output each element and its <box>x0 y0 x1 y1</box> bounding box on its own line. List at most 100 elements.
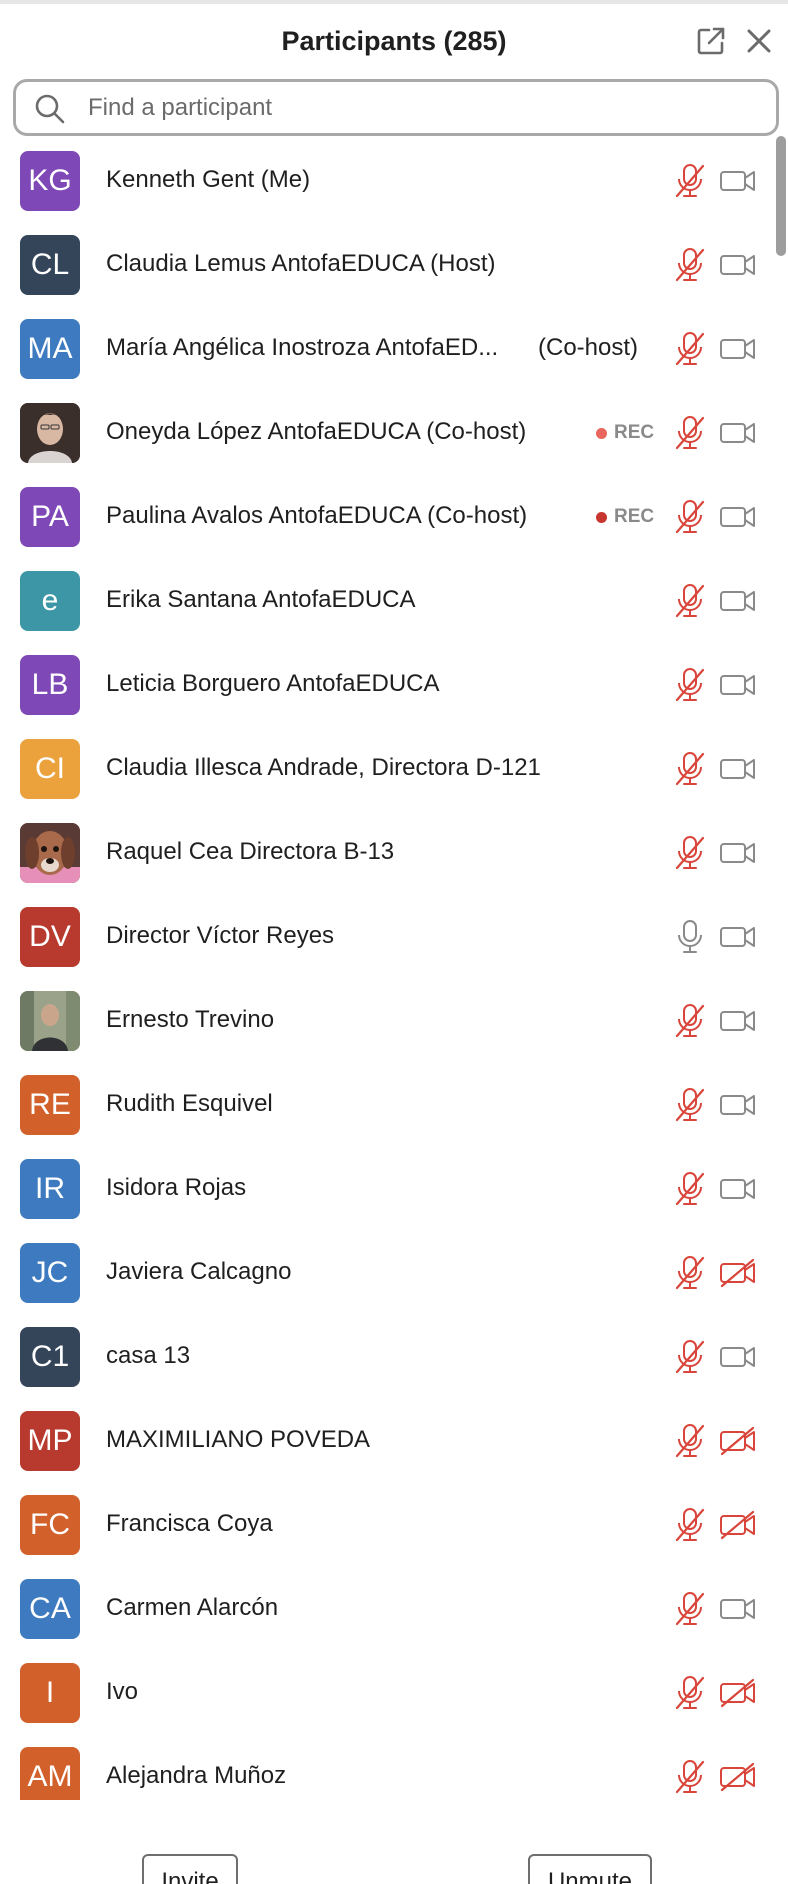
recording-dot-icon <box>596 511 607 523</box>
participant-name: Leticia Borguero AntofaEDUCA <box>106 670 440 697</box>
mic-muted-icon[interactable] <box>672 1253 708 1293</box>
invite-button[interactable]: Invite <box>142 1854 238 1884</box>
participant-row[interactable]: IR Isidora Rojas <box>0 1156 770 1240</box>
mic-muted-icon[interactable] <box>672 245 708 285</box>
mic-muted-icon[interactable] <box>672 161 708 201</box>
video-camera-icon[interactable] <box>718 1591 758 1627</box>
participant-row[interactable]: AM Alejandra Muñoz <box>0 1744 770 1800</box>
video-off-icon[interactable] <box>718 1255 758 1291</box>
participant-name: Erika Santana AntofaEDUCA <box>106 586 416 613</box>
video-off-icon[interactable] <box>718 1759 758 1795</box>
panel-header: Participants (285) <box>0 4 788 78</box>
participant-row[interactable]: MP MAXIMILIANO POVEDA <box>0 1408 770 1492</box>
participant-name: Ivo <box>106 1678 139 1705</box>
unmute-button[interactable]: Unmute <box>528 1854 652 1884</box>
mic-muted-icon[interactable] <box>672 497 708 537</box>
video-camera-icon[interactable] <box>718 835 758 871</box>
mic-muted-icon[interactable] <box>672 1421 708 1461</box>
participant-role: (Co-host) <box>538 334 639 361</box>
participant-name: Claudia Lemus AntofaEDUCA (Host) <box>106 250 496 277</box>
mic-muted-icon[interactable] <box>672 833 708 873</box>
video-off-icon[interactable] <box>718 1507 758 1543</box>
video-camera-icon[interactable] <box>718 415 758 451</box>
participant-row[interactable]: Ernesto Trevino <box>0 988 770 1072</box>
avatar: JC <box>20 1243 80 1303</box>
mic-muted-icon[interactable] <box>672 1085 708 1125</box>
participant-name: Rudith Esquivel <box>106 1090 273 1117</box>
search-icon <box>34 93 66 130</box>
participant-row[interactable]: CA Carmen Alarcón <box>0 1576 770 1660</box>
popout-icon[interactable] <box>694 24 728 58</box>
participant-row[interactable]: MA María Angélica Inostroza AntofaED... (C… <box>0 316 770 400</box>
video-off-icon[interactable] <box>718 1423 758 1459</box>
participant-name: Alejandra Muñoz <box>106 1762 287 1789</box>
mic-muted-icon[interactable] <box>672 665 708 705</box>
participant-name: Director Víctor Reyes <box>106 922 335 949</box>
avatar: MP <box>20 1411 80 1471</box>
participant-name: Francisca Coya <box>106 1510 273 1537</box>
video-camera-icon[interactable] <box>718 919 758 955</box>
participant-row[interactable]: JC Javiera Calcagno <box>0 1240 770 1324</box>
participant-row[interactable]: Raquel Cea Directora B-13 <box>0 820 770 904</box>
video-camera-icon[interactable] <box>718 1087 758 1123</box>
search-input[interactable] <box>88 88 748 128</box>
mic-muted-icon[interactable] <box>672 1589 708 1629</box>
participant-name: Paulina Avalos AntofaEDUCA (Co-host) <box>106 502 528 529</box>
video-camera-icon[interactable] <box>718 667 758 703</box>
video-camera-icon[interactable] <box>718 1339 758 1375</box>
close-icon[interactable] <box>742 24 776 58</box>
video-camera-icon[interactable] <box>718 583 758 619</box>
mic-muted-icon[interactable] <box>672 1337 708 1377</box>
participant-name: MAXIMILIANO POVEDA <box>106 1426 371 1453</box>
mic-muted-icon[interactable] <box>672 1001 708 1041</box>
recording-badge: REC <box>596 506 654 528</box>
participant-row[interactable]: RE Rudith Esquivel <box>0 1072 770 1156</box>
participant-row[interactable]: C1 casa 13 <box>0 1324 770 1408</box>
video-camera-icon[interactable] <box>718 499 758 535</box>
video-camera-icon[interactable] <box>718 751 758 787</box>
participant-row[interactable]: KG Kenneth Gent (Me) <box>0 148 770 232</box>
mic-muted-icon[interactable] <box>672 1169 708 1209</box>
participant-list: KG Kenneth Gent (Me) CL Claudia Lemus Anto… <box>0 148 788 1800</box>
recording-label: REC <box>614 422 655 443</box>
participant-row[interactable]: DV Director Víctor Reyes <box>0 904 770 988</box>
mic-muted-icon[interactable] <box>672 1505 708 1545</box>
video-camera-icon[interactable] <box>718 163 758 199</box>
video-off-icon[interactable] <box>718 1675 758 1711</box>
mic-muted-icon[interactable] <box>672 413 708 453</box>
participant-row[interactable]: I Ivo <box>0 1660 770 1744</box>
mic-icon[interactable] <box>672 917 708 957</box>
participant-row[interactable]: CI Claudia Illesca Andrade, Directora D-1… <box>0 736 770 820</box>
avatar: MA <box>20 319 80 379</box>
video-camera-icon[interactable] <box>718 1003 758 1039</box>
mic-muted-icon[interactable] <box>672 1673 708 1713</box>
video-camera-icon[interactable] <box>718 247 758 283</box>
participant-row[interactable]: e Erika Santana AntofaEDUCA <box>0 568 770 652</box>
video-camera-icon[interactable] <box>718 331 758 367</box>
participant-name: Isidora Rojas <box>106 1174 247 1201</box>
recording-badge: REC <box>596 422 654 444</box>
avatar <box>20 403 80 463</box>
scrollbar[interactable] <box>776 136 786 256</box>
search-box <box>13 79 779 136</box>
participant-name: Ernesto Trevino <box>106 1006 275 1033</box>
participant-name: Kenneth Gent (Me) <box>106 166 311 193</box>
participant-row[interactable]: Oneyda López AntofaEDUCA (Co-host) REC <box>0 400 770 484</box>
avatar: CI <box>20 739 80 799</box>
avatar: C1 <box>20 1327 80 1387</box>
avatar: AM <box>20 1747 80 1800</box>
avatar: CA <box>20 1579 80 1639</box>
participant-row[interactable]: FC Francisca Coya <box>0 1492 770 1576</box>
participant-row[interactable]: CL Claudia Lemus AntofaEDUCA (Host) <box>0 232 770 316</box>
mic-muted-icon[interactable] <box>672 1757 708 1797</box>
mic-muted-icon[interactable] <box>672 329 708 369</box>
participant-name: Oneyda López AntofaEDUCA (Co-host) <box>106 418 527 445</box>
avatar: DV <box>20 907 80 967</box>
avatar: RE <box>20 1075 80 1135</box>
mic-muted-icon[interactable] <box>672 749 708 789</box>
participant-row[interactable]: LB Leticia Borguero AntofaEDUCA <box>0 652 770 736</box>
video-camera-icon[interactable] <box>718 1171 758 1207</box>
mic-muted-icon[interactable] <box>672 581 708 621</box>
participant-name: casa 13 <box>106 1342 191 1369</box>
participant-row[interactable]: PA Paulina Avalos AntofaEDUCA (Co-host) RE… <box>0 484 770 568</box>
